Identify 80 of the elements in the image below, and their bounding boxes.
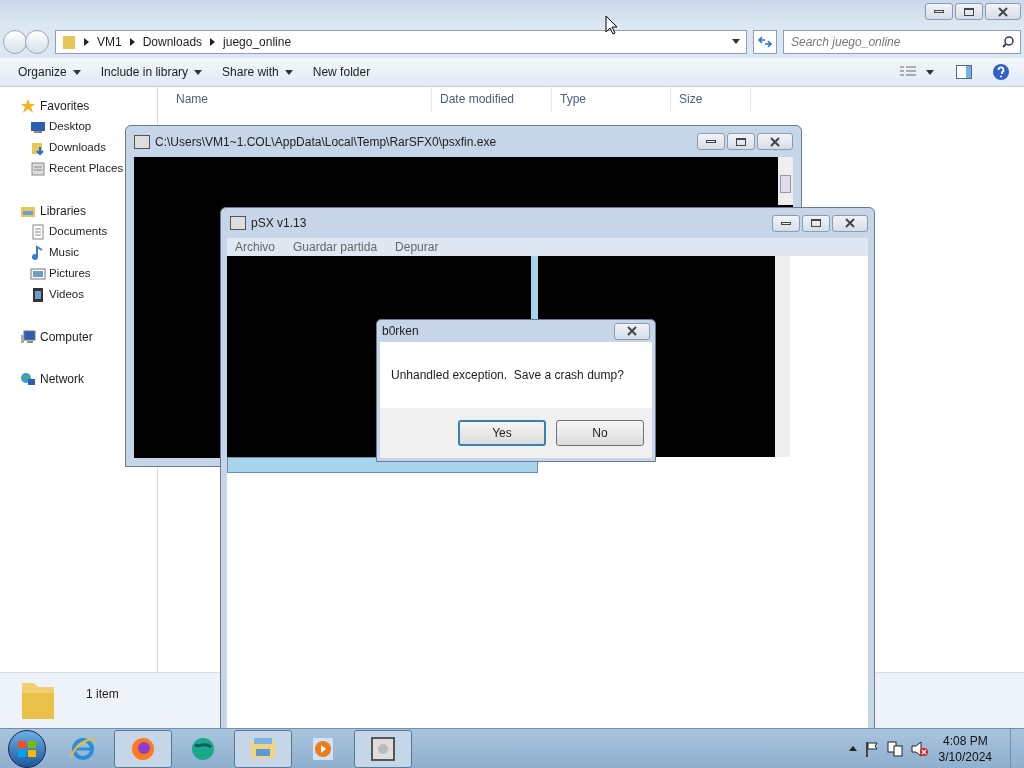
document-icon — [30, 223, 46, 240]
taskbar-button[interactable] — [354, 729, 412, 768]
flag-icon[interactable] — [864, 740, 879, 757]
breadcrumb-item[interactable]: VM1 — [97, 32, 122, 51]
close-icon — [998, 6, 1008, 17]
nav-item[interactable]: Documents — [49, 222, 108, 241]
close-icon — [845, 218, 855, 228]
nav-item[interactable]: Recent Places — [49, 159, 124, 178]
restore-button[interactable] — [955, 3, 983, 20]
menu-item[interactable]: Archivo — [235, 238, 275, 256]
nav-group[interactable]: Computer — [40, 327, 93, 346]
start-button[interactable] — [8, 729, 46, 768]
chevron-icon — [84, 37, 89, 46]
search-icon[interactable] — [1002, 35, 1014, 48]
breadcrumb-item[interactable]: Downloads — [142, 32, 203, 51]
network-icon — [20, 370, 36, 387]
minimize-button[interactable] — [772, 214, 800, 232]
nav-item[interactable]: Pictures — [49, 264, 91, 283]
search-field[interactable]: Search juego_online — [783, 29, 1021, 54]
toolbar-button[interactable]: Share with — [212, 60, 303, 84]
refresh-button[interactable] — [753, 29, 777, 54]
nav-group[interactable]: Network — [40, 369, 84, 388]
recent-icon — [30, 160, 46, 177]
console-icon — [369, 734, 397, 763]
toolbar-button[interactable]: Organize — [8, 60, 91, 84]
nav-group[interactable]: Favorites — [40, 96, 90, 115]
item-count: 1 item — [86, 686, 119, 703]
column-header[interactable]: Name — [168, 87, 432, 111]
toolbar-button[interactable]: New folder — [302, 60, 381, 84]
star-icon — [20, 97, 36, 114]
menu-item[interactable]: Guardar partida — [293, 238, 378, 256]
scrollbar[interactable] — [778, 157, 793, 205]
muted-speaker-icon[interactable] — [910, 740, 929, 757]
window-title: b0rken — [382, 323, 420, 340]
window-title: C:\Users\VM1~1.COL\AppData\Local\Temp\RarSFX0\psxfin.exe — [155, 133, 498, 151]
dropdown-icon[interactable] — [732, 39, 740, 44]
clock[interactable]: 4:08 PM 3/10/2024 — [938, 732, 992, 765]
taskbar-button[interactable] — [114, 729, 172, 768]
nav-item[interactable]: Music — [49, 243, 80, 262]
column-header[interactable]: Size — [671, 87, 751, 111]
videos-icon — [30, 286, 46, 303]
menu-item[interactable]: Depurar — [395, 238, 439, 256]
window-title: pSX v1.13 — [251, 215, 308, 232]
network-icon[interactable] — [886, 740, 903, 757]
caret-icon — [926, 69, 934, 75]
taskbar-button[interactable] — [234, 729, 292, 768]
app-icon — [230, 216, 246, 230]
mouse-cursor — [605, 15, 617, 35]
close-button[interactable] — [757, 133, 793, 150]
dialog-button[interactable]: No — [556, 420, 644, 446]
address-bar[interactable]: VM1 Downloads juego_online — [55, 29, 747, 54]
refresh-icon — [758, 35, 772, 48]
pictures-icon — [30, 265, 46, 282]
chevron-icon — [129, 37, 135, 46]
close-button[interactable] — [614, 322, 650, 340]
maximize-button[interactable] — [727, 133, 755, 150]
maximize-button[interactable] — [802, 214, 830, 232]
computer-icon — [20, 328, 36, 345]
toolbar-button[interactable]: Include in library — [90, 60, 213, 84]
close-icon — [627, 326, 637, 336]
close-button[interactable] — [832, 214, 868, 232]
dialog-button[interactable]: Yes — [458, 420, 546, 446]
chevron-icon — [210, 37, 216, 46]
help-icon[interactable] — [992, 63, 1010, 81]
column-header[interactable]: Date modified — [432, 87, 552, 111]
app-icon — [134, 134, 150, 149]
nav-item[interactable]: Desktop — [49, 117, 92, 136]
preview-pane-icon[interactable] — [956, 65, 972, 79]
message-text: Unhandled exception. Save a crash dump? — [391, 367, 624, 384]
minimize-button[interactable] — [925, 3, 953, 20]
minimize-button[interactable] — [697, 133, 725, 150]
close-button[interactable] — [985, 3, 1021, 20]
nav-item[interactable]: Downloads — [49, 138, 106, 157]
breadcrumb-item[interactable]: juego_online — [223, 32, 292, 51]
close-icon — [770, 136, 780, 147]
windows-logo-icon — [17, 739, 37, 758]
column-header[interactable]: Type — [552, 87, 671, 111]
nav-group[interactable]: Libraries — [40, 201, 87, 220]
nav-item[interactable]: Videos — [49, 285, 84, 304]
folder-icon — [62, 33, 76, 50]
